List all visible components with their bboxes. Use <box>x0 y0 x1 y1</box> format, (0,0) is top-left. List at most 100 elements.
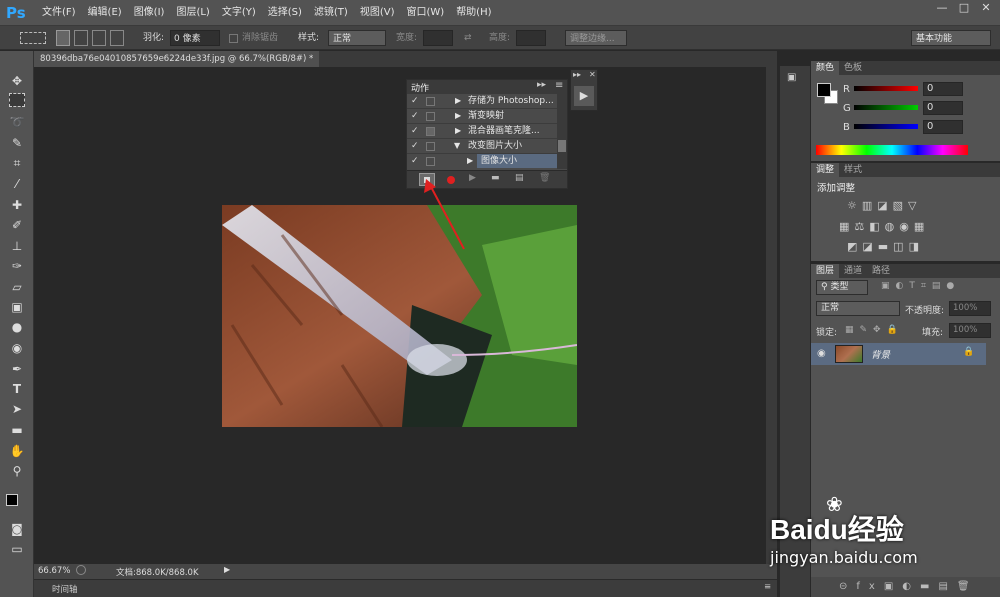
menu-help[interactable]: 帮助(H) <box>450 0 497 26</box>
expand-arrow-icon[interactable]: ▶ <box>455 124 461 138</box>
visibility-eye-icon[interactable]: ◉ <box>817 348 826 359</box>
collapse-icon[interactable]: ▸▸ <box>537 80 546 90</box>
height-input[interactable] <box>516 30 546 46</box>
brush-tool-icon[interactable]: ✐ <box>8 217 26 233</box>
gradient-tool-icon[interactable]: ▣ <box>8 299 26 315</box>
adjustment-icons-row-2[interactable]: ▦⚖◧◍◉▦ <box>839 220 959 234</box>
eraser-tool-icon[interactable]: ▱ <box>8 279 26 295</box>
action-row[interactable]: ✓ ▶ 混合器画笔克隆... <box>407 124 557 139</box>
tab-adjustments[interactable]: 调整 <box>811 163 840 177</box>
healing-brush-tool-icon[interactable]: ✚ <box>8 197 26 213</box>
subtract-selection-icon[interactable] <box>92 30 106 46</box>
tab-channels[interactable]: 通道 <box>839 264 867 278</box>
r-input[interactable]: 0 <box>923 82 963 96</box>
action-row[interactable]: ✓ ▶ 存储为 Photoshop... <box>407 94 557 109</box>
foreground-swatch[interactable] <box>817 83 831 97</box>
expand-arrow-icon[interactable]: ▶ <box>455 109 461 123</box>
workspace-select[interactable]: 基本功能 <box>911 30 991 46</box>
r-slider[interactable] <box>854 86 918 91</box>
menu-layer[interactable]: 图层(L) <box>170 0 215 26</box>
zoom-tool-icon[interactable]: ⚲ <box>8 463 26 479</box>
action-set-row[interactable]: ✓ ▼ 改变图片大小 <box>407 139 557 154</box>
crop-tool-icon[interactable]: ⌗ <box>8 155 26 171</box>
zoom-level[interactable]: 66.67% <box>38 566 70 576</box>
menu-view[interactable]: 视图(V) <box>354 0 401 26</box>
menu-select[interactable]: 选择(S) <box>262 0 308 26</box>
menu-window[interactable]: 窗口(W) <box>400 0 450 26</box>
add-selection-icon[interactable] <box>74 30 88 46</box>
checkmark-icon[interactable]: ✓ <box>411 124 419 138</box>
new-action-icon[interactable]: ▤ <box>515 173 524 183</box>
b-input[interactable]: 0 <box>923 120 963 134</box>
color-spectrum[interactable] <box>816 145 968 155</box>
tab-layers[interactable]: 图层 <box>811 264 840 278</box>
dialog-toggle-icon[interactable] <box>426 112 435 121</box>
adjustment-icons-row-1[interactable]: ☼▥◪▧▽ <box>847 199 947 213</box>
expand-icon[interactable]: ▸▸ <box>573 70 581 79</box>
close-button[interactable]: ✕ <box>976 0 996 16</box>
action-row[interactable]: ✓ ▶ 渐变映射 <box>407 109 557 124</box>
status-menu-arrow-icon[interactable]: ▶ <box>224 565 230 574</box>
adjustment-icons-row-3[interactable]: ◩◪▬◫◨ <box>847 240 947 254</box>
blur-tool-icon[interactable]: ● <box>8 319 26 335</box>
checkmark-icon[interactable]: ✓ <box>411 109 419 123</box>
tab-color[interactable]: 颜色 <box>811 61 840 75</box>
rect-marquee-tool-icon[interactable] <box>9 93 25 107</box>
play-icon[interactable]: ▶ <box>469 173 476 183</box>
expand-arrow-icon[interactable]: ▶ <box>455 94 461 108</box>
marquee-preset-icon[interactable] <box>20 32 46 44</box>
pen-tool-icon[interactable]: ✒ <box>8 361 26 377</box>
history-panel-icon[interactable]: ▣ <box>787 72 803 86</box>
refine-edge-button[interactable]: 调整边缘... <box>565 30 627 46</box>
style-select[interactable]: 正常 <box>328 30 386 46</box>
width-input[interactable] <box>423 30 453 46</box>
canvas-scrollbar[interactable] <box>766 67 777 564</box>
hand-tool-icon[interactable]: ✋ <box>8 443 26 459</box>
timeline-menu-icon[interactable]: ≡ <box>764 582 771 592</box>
rectangle-tool-icon[interactable]: ▬ <box>8 422 26 438</box>
document-tab[interactable]: 80396dba76e04010857659e6224de33f.jpg @ 6… <box>34 51 320 67</box>
action-row-selected[interactable]: ✓ ▶ 图像大小 <box>407 154 557 169</box>
opacity-input[interactable]: 100% <box>949 301 991 316</box>
tab-swatches[interactable]: 色板 <box>839 61 867 75</box>
checkmark-icon[interactable]: ✓ <box>411 139 419 153</box>
screen-mode-icon[interactable]: ▭ <box>8 541 26 557</box>
type-tool-icon[interactable]: T <box>8 381 26 397</box>
scrollbar-thumb[interactable] <box>558 140 566 152</box>
status-icon[interactable] <box>76 565 86 575</box>
minimize-button[interactable]: — <box>932 0 952 16</box>
history-brush-tool-icon[interactable]: ✑ <box>8 258 26 274</box>
intersect-selection-icon[interactable] <box>110 30 124 46</box>
quick-select-tool-icon[interactable]: ✎ <box>8 135 26 151</box>
antialias-checkbox[interactable] <box>229 34 238 43</box>
clone-stamp-tool-icon[interactable]: ⊥ <box>8 238 26 254</box>
dialog-toggle-icon[interactable] <box>426 97 435 106</box>
dialog-toggle-icon[interactable] <box>426 157 435 166</box>
quick-mask-icon[interactable]: ◙ <box>8 521 26 537</box>
path-select-tool-icon[interactable]: ➤ <box>8 401 26 417</box>
maximize-button[interactable]: □ <box>954 0 974 16</box>
layer-name[interactable]: 背景 <box>871 347 890 361</box>
move-tool-icon[interactable]: ✥ <box>8 73 26 89</box>
menu-type[interactable]: 文字(Y) <box>216 0 262 26</box>
menu-image[interactable]: 图像(I) <box>128 0 171 26</box>
g-slider[interactable] <box>854 105 918 110</box>
menu-edit[interactable]: 编辑(E) <box>82 0 128 26</box>
swap-icon[interactable]: ⇄ <box>464 30 472 46</box>
menu-file[interactable]: 文件(F) <box>36 0 82 26</box>
dialog-toggle-icon[interactable] <box>426 127 435 136</box>
foreground-color-swatch[interactable] <box>6 494 18 506</box>
dialog-toggle-icon[interactable] <box>426 142 435 151</box>
collapse-arrow-icon[interactable]: ▼ <box>454 139 460 153</box>
new-set-icon[interactable]: ▬ <box>491 173 500 183</box>
g-input[interactable]: 0 <box>923 101 963 115</box>
dodge-tool-icon[interactable]: ◉ <box>8 340 26 356</box>
feather-input[interactable]: 0 像素 <box>170 30 220 46</box>
fill-input[interactable]: 100% <box>949 323 991 338</box>
checkmark-icon[interactable]: ✓ <box>411 94 419 108</box>
layer-filter-icons[interactable]: ▣◐T⌗▤● <box>881 281 991 294</box>
layers-bottom-toolbar[interactable]: ⊝fx▣◐▬▤🗑 <box>811 577 1000 597</box>
actions-panel-icon[interactable]: ▶ <box>574 86 594 106</box>
checkmark-icon[interactable]: ✓ <box>411 154 419 168</box>
menu-filter[interactable]: 滤镜(T) <box>308 0 354 26</box>
